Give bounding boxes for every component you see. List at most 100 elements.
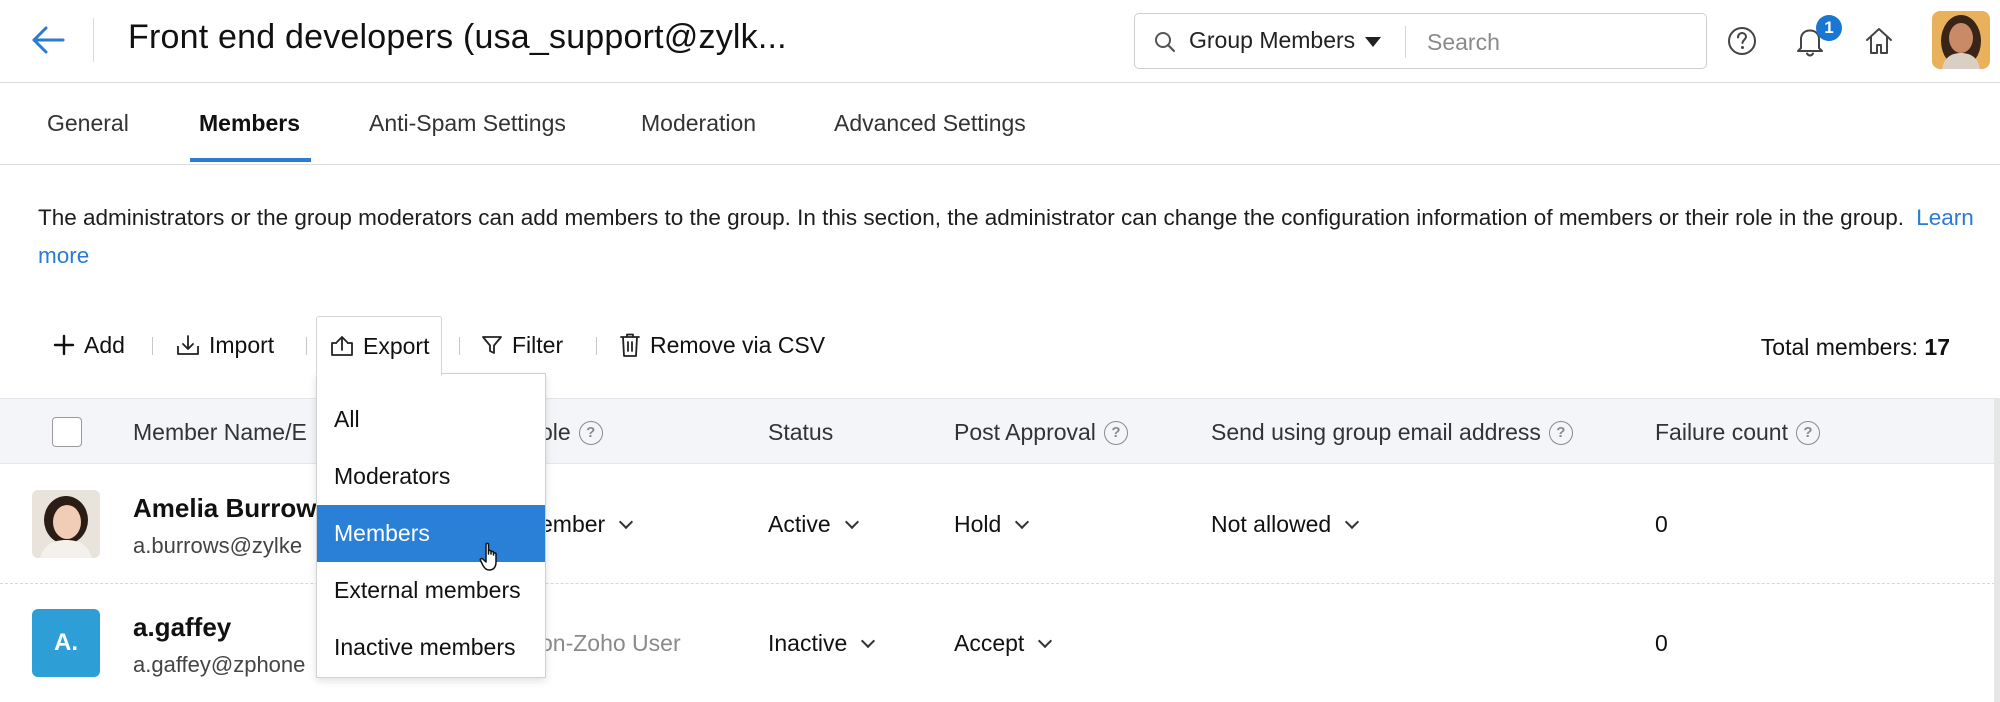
select-all-checkbox[interactable]: [52, 417, 82, 447]
send-group-email-value: Not allowed: [1211, 511, 1332, 537]
import-label: Import: [209, 331, 275, 358]
status-value: Active: [768, 511, 831, 537]
member-photo: [32, 490, 100, 558]
table-row[interactable]: A. a.gaffey a.gaffey@zphone on-Zoho User…: [0, 584, 2000, 702]
post-approval-value: Accept: [954, 630, 1025, 656]
chevron-down-icon: [619, 514, 634, 529]
chevron-down-icon: [844, 514, 859, 529]
add-button[interactable]: Add: [52, 322, 125, 368]
status-value: Inactive: [768, 630, 848, 656]
toolbar-separator: [306, 337, 307, 355]
search-scope-label: Group Members: [1189, 27, 1356, 53]
post-approval-dropdown[interactable]: Hold: [954, 511, 1030, 538]
column-member-name: Member Name/E: [133, 419, 307, 446]
post-approval-value: Hold: [954, 511, 1002, 537]
chevron-down-icon: [1015, 514, 1030, 529]
status-dropdown[interactable]: Active: [768, 511, 859, 538]
chevron-down-icon: [1038, 633, 1053, 648]
export-menu-item-moderators[interactable]: Moderators: [317, 448, 545, 505]
member-letter-avatar: A.: [32, 609, 100, 677]
search-divider: [1405, 26, 1406, 58]
settings-tabs: General Members Anti-Spam Settings Moder…: [0, 84, 2000, 165]
export-button[interactable]: Export: [316, 316, 443, 376]
home-button[interactable]: [1860, 22, 1898, 60]
help-circle-icon: [1728, 27, 1756, 55]
send-group-email-dropdown[interactable]: Not allowed: [1211, 511, 1360, 538]
arrow-left-icon: [32, 26, 65, 54]
search-icon: [1155, 32, 1176, 53]
member-name[interactable]: a.gaffey: [133, 612, 231, 643]
export-label: Export: [363, 332, 430, 359]
column-send-group-email-label: Send using group email address: [1211, 419, 1541, 445]
active-tab-indicator: [190, 158, 311, 162]
search-scope-dropdown[interactable]: Group Members: [1189, 27, 1382, 54]
column-failure-count-label: Failure count: [1655, 419, 1788, 445]
back-button[interactable]: [28, 20, 68, 60]
column-role: ole ?: [540, 419, 603, 446]
trash-icon: [620, 333, 640, 357]
table-row[interactable]: Amelia Burrow a.burrows@zylke ember Acti…: [0, 465, 2000, 584]
column-send-group-email: Send using group email address ?: [1211, 419, 1573, 446]
column-failure-count: Failure count ?: [1655, 419, 1820, 446]
member-avatar: [32, 490, 100, 558]
export-menu: All Moderators Members External members …: [316, 373, 546, 678]
remove-via-csv-button[interactable]: Remove via CSV: [618, 322, 825, 368]
description-text: The administrators or the group moderato…: [38, 205, 1904, 230]
role-value: ember: [540, 511, 606, 537]
filter-label: Filter: [512, 331, 564, 358]
role-dropdown[interactable]: ember: [540, 511, 634, 538]
members-table-header: Member Name/E ole ? Status Post Approval…: [0, 398, 2000, 464]
import-icon: [177, 335, 199, 355]
chevron-down-icon: [1345, 514, 1360, 529]
help-button[interactable]: [1723, 22, 1761, 60]
help-icon[interactable]: ?: [578, 420, 603, 445]
post-approval-dropdown[interactable]: Accept: [954, 630, 1053, 657]
remove-via-csv-label: Remove via CSV: [650, 331, 826, 358]
caret-down-icon: [1365, 36, 1382, 47]
column-post-approval: Post Approval ?: [954, 419, 1128, 446]
total-members-label: Total members:: [1760, 334, 1919, 360]
status-dropdown[interactable]: Inactive: [768, 630, 876, 657]
tab-general[interactable]: General: [47, 110, 129, 137]
hand-pointer-icon: [479, 542, 497, 571]
tab-moderation[interactable]: Moderation: [641, 110, 756, 137]
tab-advanced-settings[interactable]: Advanced Settings: [834, 110, 1026, 137]
column-member-name-label: Member Name/E: [133, 419, 307, 445]
total-members-count: 17: [1924, 334, 1950, 360]
failure-count-value: 0: [1655, 630, 1668, 656]
help-icon[interactable]: ?: [1103, 420, 1128, 445]
chevron-down-icon: [861, 633, 876, 648]
help-icon[interactable]: ?: [1548, 420, 1573, 445]
vertical-scrollbar[interactable]: [1994, 398, 2000, 702]
export-menu-item-inactive-members[interactable]: Inactive members: [317, 619, 545, 676]
help-icon[interactable]: ?: [1795, 420, 1820, 445]
home-icon: [1866, 28, 1892, 54]
toolbar-separator: [596, 337, 597, 355]
header-divider: [93, 18, 94, 62]
role-value: on-Zoho User: [540, 630, 681, 656]
export-menu-item-external-members[interactable]: External members: [317, 562, 545, 619]
tab-anti-spam-settings[interactable]: Anti-Spam Settings: [369, 110, 566, 137]
member-name[interactable]: Amelia Burrow: [133, 493, 317, 524]
export-icon: [331, 336, 353, 356]
export-menu-item-members[interactable]: Members: [317, 505, 545, 562]
notification-count-badge: 1: [1816, 15, 1842, 41]
import-button[interactable]: Import: [175, 322, 274, 368]
add-label: Add: [84, 331, 125, 358]
total-members: Total members: 17: [1761, 334, 1950, 361]
toolbar-separator: [152, 337, 153, 355]
toolbar-separator: [459, 337, 460, 355]
failure-count-value: 0: [1655, 511, 1668, 537]
column-status-label: Status: [768, 419, 834, 445]
column-status: Status: [768, 419, 833, 446]
export-menu-item-all[interactable]: All: [317, 391, 545, 448]
user-avatar-image: [1932, 11, 1990, 69]
filter-button[interactable]: Filter: [480, 322, 563, 368]
members-toolbar: Add Import Export Filter Remove via CSV …: [0, 312, 2000, 378]
filter-icon: [482, 336, 502, 354]
user-avatar[interactable]: [1932, 11, 1990, 69]
tab-members[interactable]: Members: [199, 110, 300, 137]
section-description: The administrators or the group moderato…: [38, 199, 1978, 275]
search-input[interactable]: [1427, 24, 1687, 60]
member-email: a.burrows@zylke: [133, 533, 303, 558]
